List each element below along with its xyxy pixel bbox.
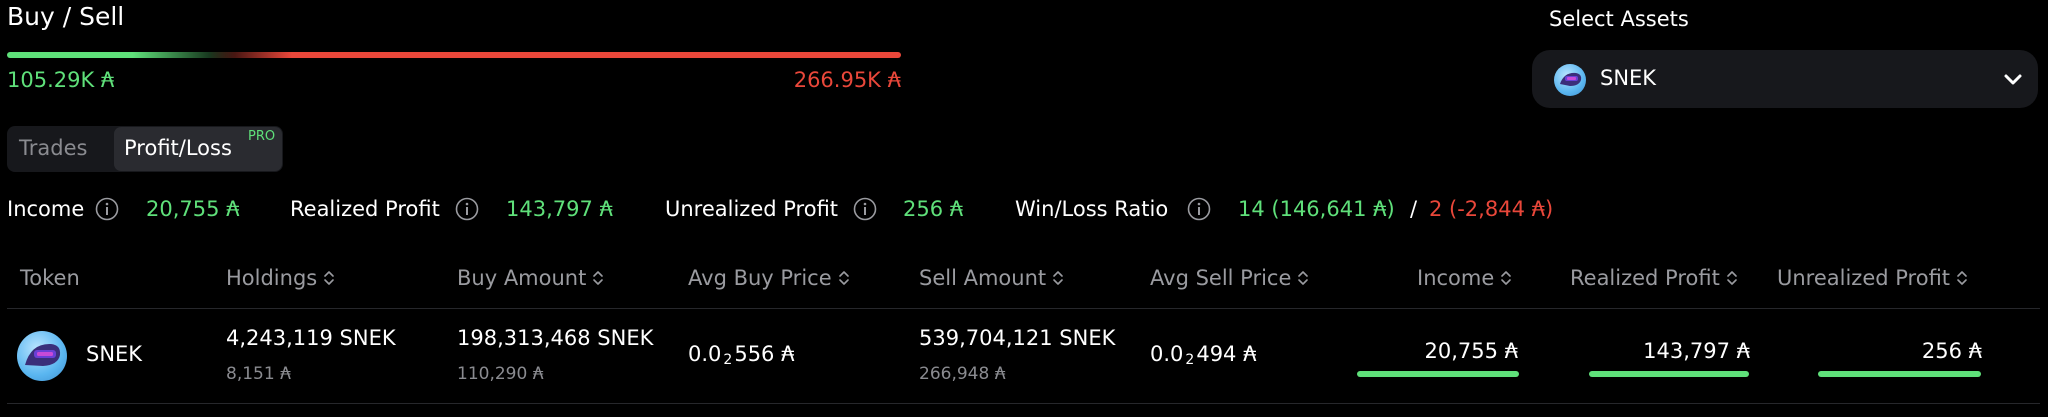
row-avg-sell-price: 0.0 2494 ₳ <box>1150 342 1256 368</box>
column-header-avg-sell-price-label: Avg Sell Price <box>1150 266 1292 290</box>
unrealized-profit-label: Unrealized Profit <box>665 197 839 221</box>
avg-buy-price-suffix: 556 ₳ <box>734 342 795 366</box>
column-header-income-label: Income <box>1417 266 1495 290</box>
column-header-holdings[interactable]: Holdings <box>226 266 335 290</box>
row-holdings-ada: 8,151 ₳ <box>226 364 291 384</box>
avg-sell-price-prefix: 0.0 <box>1150 342 1184 366</box>
win-loss-separator: / <box>1410 197 1418 221</box>
select-assets-label: Select Assets <box>1549 7 1689 31</box>
income-label: Income <box>7 197 85 221</box>
win-loss-ratio-label: Win/Loss Ratio <box>1015 197 1169 221</box>
info-icon[interactable] <box>853 197 877 221</box>
row-sell-amount: 539,704,121 SNEK <box>919 326 1116 350</box>
row-token-name: SNEK <box>86 342 143 366</box>
column-header-realized-profit[interactable]: Realized Profit <box>1570 266 1738 290</box>
row-buy-amount: 198,313,468 SNEK <box>457 326 654 350</box>
tab-trades[interactable]: Trades <box>19 136 87 160</box>
column-header-avg-sell-price[interactable]: Avg Sell Price <box>1150 266 1309 290</box>
column-header-avg-buy-price[interactable]: Avg Buy Price <box>688 266 850 290</box>
unrealized-profit-value: 256 ₳ <box>903 197 964 221</box>
table-row-divider <box>7 403 2040 404</box>
asset-select-dropdown[interactable]: SNEK <box>1532 50 2038 108</box>
column-header-realized-profit-label: Realized Profit <box>1570 266 1720 290</box>
column-header-unrealized-profit-label: Unrealized Profit <box>1777 266 1951 290</box>
sell-bar-segment <box>209 52 901 58</box>
column-header-buy-amount[interactable]: Buy Amount <box>457 266 604 290</box>
info-icon[interactable] <box>1187 197 1211 221</box>
sort-icon <box>1727 271 1737 285</box>
column-header-holdings-label: Holdings <box>226 266 318 290</box>
buy-total: 105.29K ₳ <box>7 68 115 92</box>
sell-total: 266.95K ₳ <box>793 68 901 92</box>
pro-badge: PRO <box>248 129 276 144</box>
avg-buy-price-zero-count: 2 <box>723 352 733 368</box>
sort-icon <box>1957 271 1967 285</box>
unrealized-profit-bar <box>1818 371 1981 377</box>
info-icon[interactable] <box>455 197 479 221</box>
row-buy-amount-ada: 110,290 ₳ <box>457 364 544 384</box>
income-bar <box>1357 371 1519 377</box>
row-income: 20,755 ₳ <box>1424 339 1518 363</box>
buy-sell-title: Buy / Sell <box>7 2 125 31</box>
column-header-buy-amount-label: Buy Amount <box>457 266 587 290</box>
win-count-value: 14 (146,641 ₳) <box>1238 197 1395 221</box>
sort-icon <box>324 271 335 285</box>
sort-icon <box>1501 271 1512 285</box>
column-header-avg-buy-price-label: Avg Buy Price <box>688 266 832 290</box>
info-icon[interactable] <box>95 197 119 221</box>
row-avg-buy-price: 0.0 2556 ₳ <box>688 342 794 368</box>
table-header-divider <box>7 308 2040 309</box>
column-header-token-label: Token <box>20 266 80 290</box>
realized-profit-bar <box>1589 371 1749 377</box>
selected-asset-name: SNEK <box>1600 66 1657 90</box>
income-value: 20,755 ₳ <box>146 197 240 221</box>
view-tabs: Trades Profit/Loss PRO <box>7 126 283 172</box>
tab-profit-loss[interactable]: Profit/Loss PRO <box>114 127 282 171</box>
buy-bar-segment <box>7 52 235 58</box>
realized-profit-label: Realized Profit <box>290 197 440 221</box>
sort-icon <box>593 271 604 285</box>
chevron-down-icon[interactable] <box>2002 68 2024 90</box>
sort-icon <box>1053 271 1063 285</box>
tab-profit-loss-label: Profit/Loss <box>124 136 232 160</box>
row-unrealized-profit: 256 ₳ <box>1921 339 1982 363</box>
column-header-unrealized-profit[interactable]: Unrealized Profit <box>1777 266 1968 290</box>
column-header-income[interactable]: Income <box>1417 266 1512 290</box>
row-sell-amount-ada: 266,948 ₳ <box>919 364 1006 384</box>
buy-sell-ratio-bar <box>7 52 901 58</box>
realized-profit-value: 143,797 ₳ <box>506 197 613 221</box>
column-header-sell-amount-label: Sell Amount <box>919 266 1047 290</box>
snek-token-icon <box>17 331 67 381</box>
avg-sell-price-zero-count: 2 <box>1185 352 1195 368</box>
avg-sell-price-suffix: 494 ₳ <box>1196 342 1257 366</box>
column-header-token: Token <box>20 266 80 290</box>
snek-token-icon <box>1554 64 1586 96</box>
loss-count-value: 2 (-2,844 ₳) <box>1429 197 1554 221</box>
column-header-sell-amount[interactable]: Sell Amount <box>919 266 1064 290</box>
row-realized-profit: 143,797 ₳ <box>1643 339 1750 363</box>
sort-icon <box>838 271 849 285</box>
avg-buy-price-prefix: 0.0 <box>688 342 722 366</box>
row-holdings: 4,243,119 SNEK <box>226 326 396 350</box>
sort-icon <box>1298 271 1309 285</box>
